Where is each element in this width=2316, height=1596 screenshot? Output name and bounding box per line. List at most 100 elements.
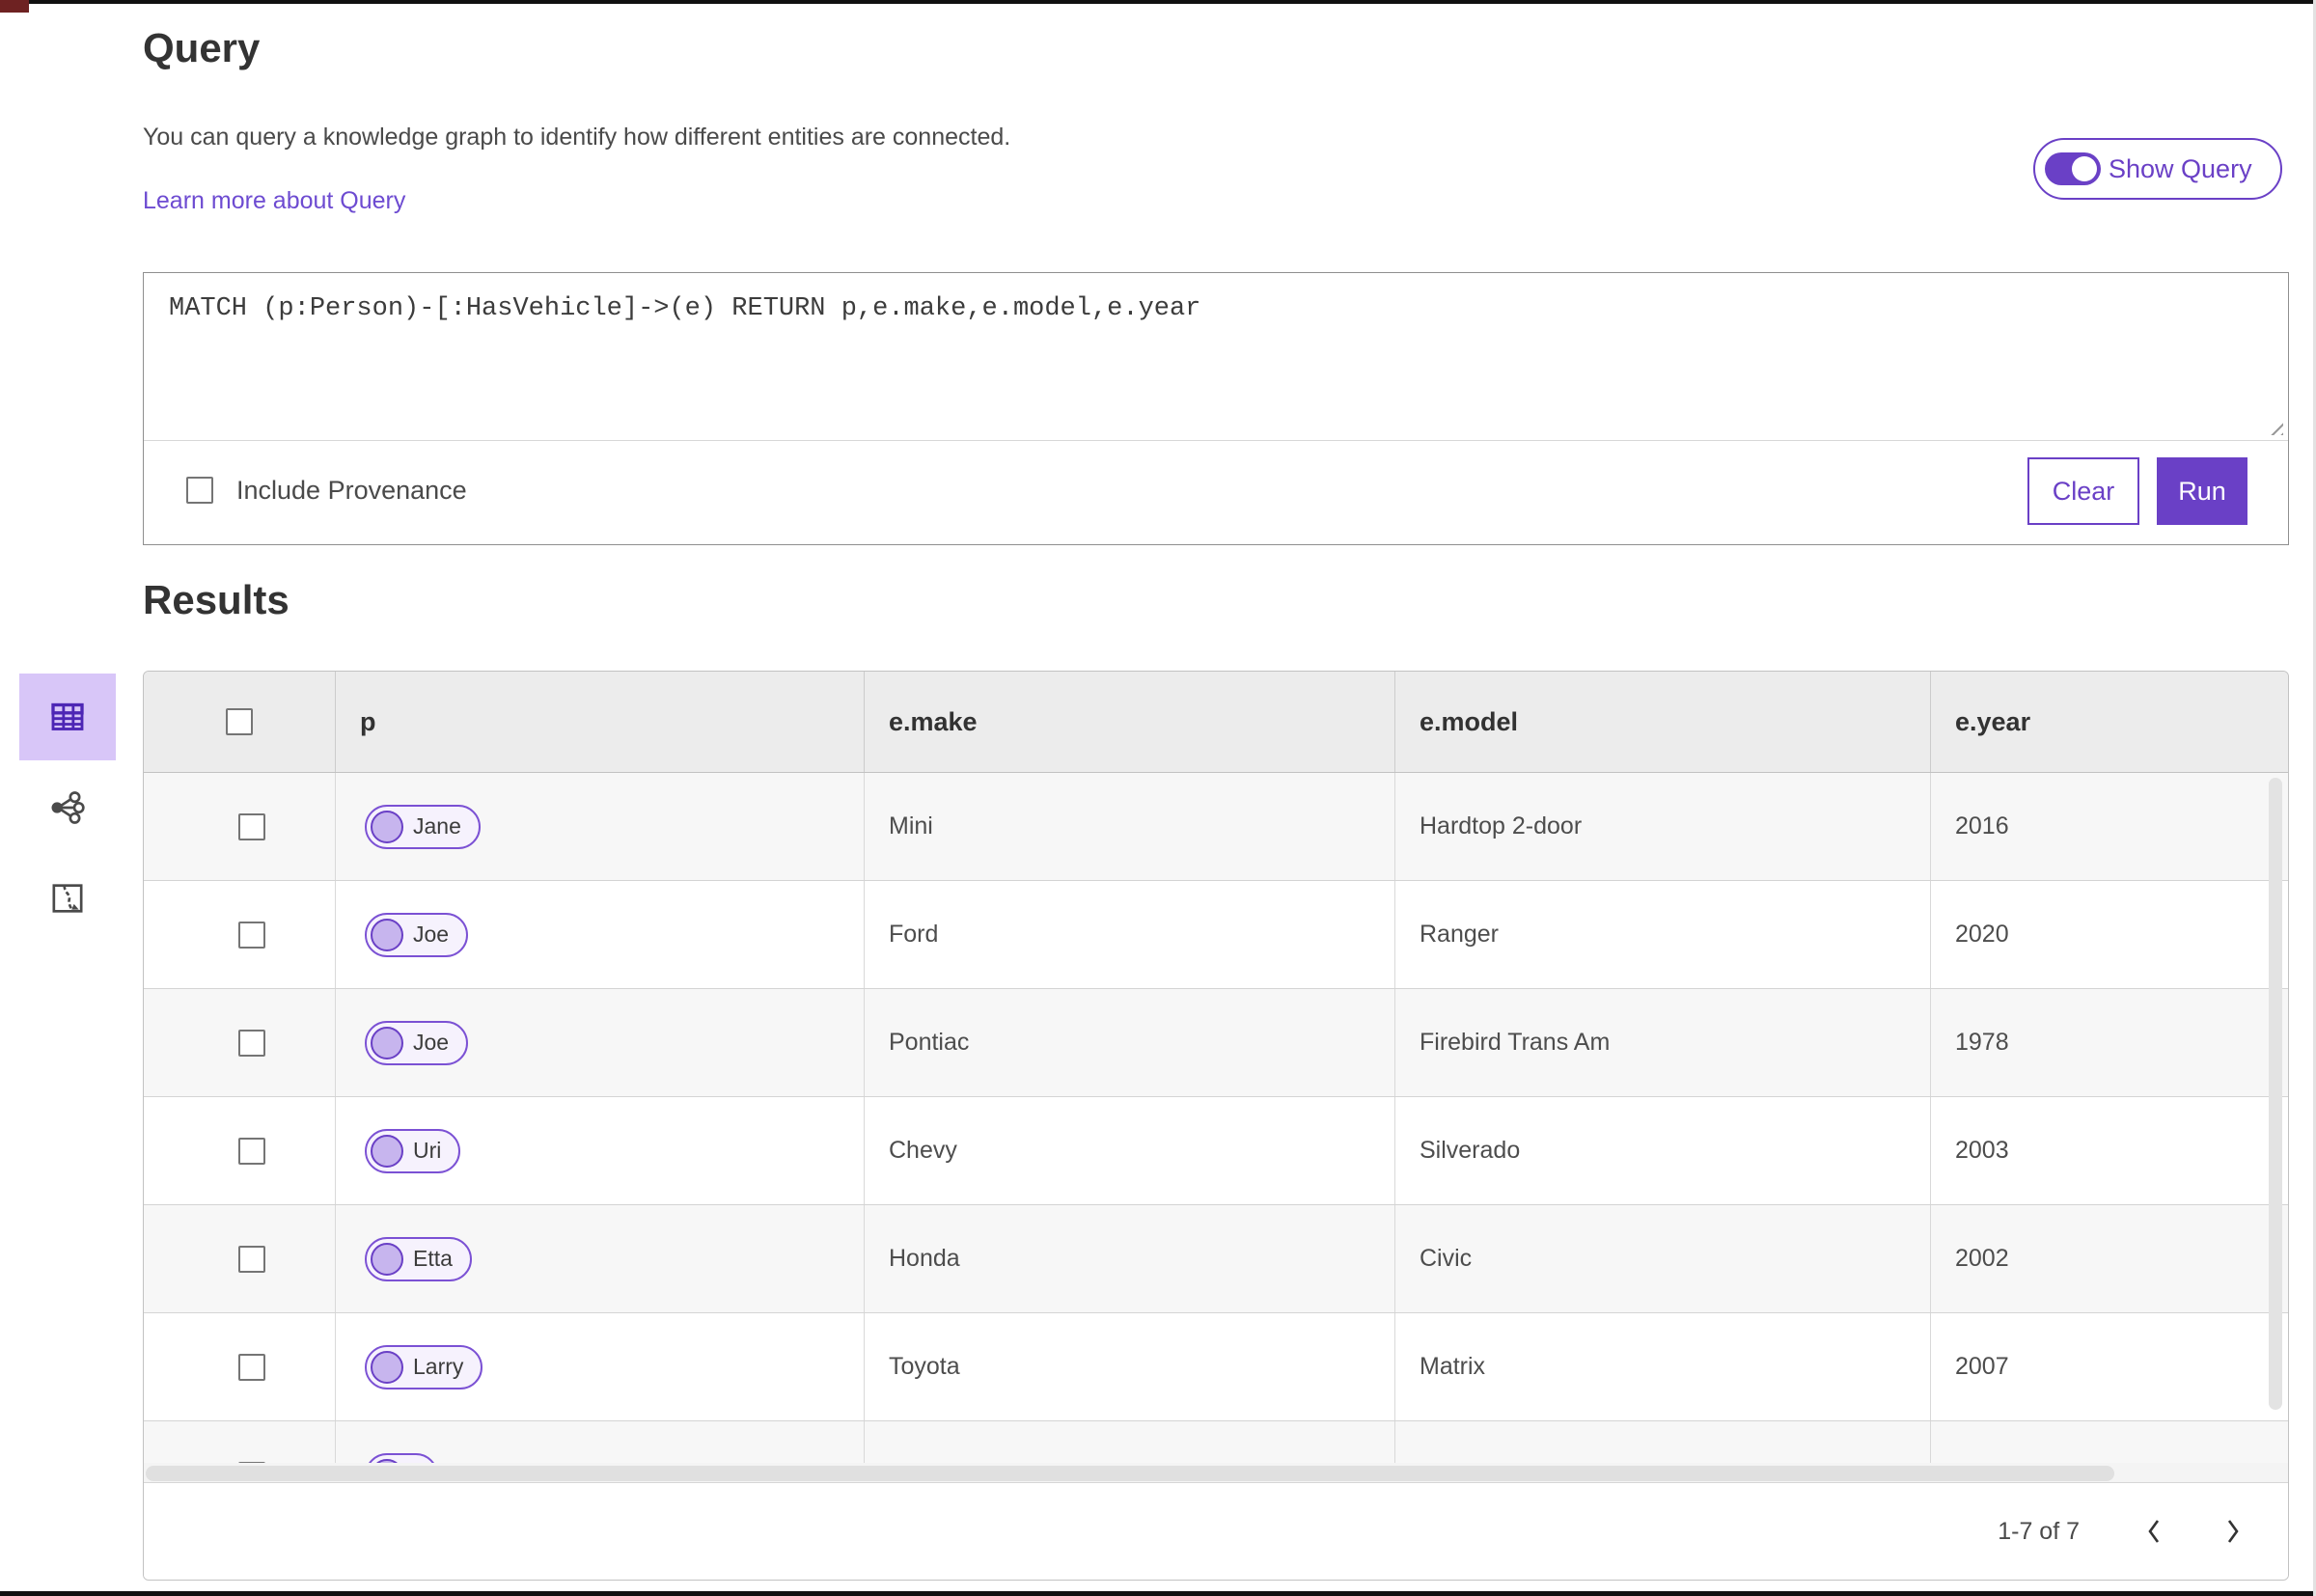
table-body: Jane Mini Hardtop 2-door 2016 Joe Ford R… [144,773,2288,1529]
link-chart-view-button[interactable] [19,764,116,851]
entity-chip[interactable]: Larry [365,1344,483,1390]
entity-chip-label: Uri [413,1138,442,1163]
learn-more-link[interactable]: Learn more about Query [143,187,405,215]
cell-p: Uri [336,1097,865,1204]
column-header-make: e.make [865,672,1395,772]
entity-chip-label: Etta [413,1246,453,1271]
row-select-cell [144,1205,336,1312]
toggle-switch-icon[interactable] [2045,152,2101,185]
cell-model: Civic [1395,1205,1931,1312]
row-checkbox[interactable] [237,1137,265,1165]
cell-p: Etta [336,1205,865,1312]
entity-node-icon [371,918,403,951]
map-view-icon [52,884,83,913]
query-editor-box: MATCH (p:Person)-[:HasVehicle]->(e) RETU… [143,272,2289,545]
cell-year: 1978 [1955,1029,2009,1056]
entity-node-icon [371,1350,403,1384]
entity-chip[interactable]: Joe [365,912,469,957]
entity-node-icon [371,810,403,843]
entity-chip[interactable]: Etta [365,1236,472,1281]
cell-make: Mini [865,773,1395,880]
column-header-year: e.year [1955,706,2031,736]
table-row: Larry Toyota Matrix 2007 [144,1313,2288,1421]
show-query-toggle[interactable]: Show Query [2033,138,2282,200]
table-row: Etta Honda Civic 2002 [144,1205,2288,1313]
top-left-corner-chip [0,0,29,13]
entity-node-icon [371,1242,403,1276]
link-chart-view-icon [51,791,85,824]
cell-make: Pontiac [865,989,1395,1096]
entity-chip-label: Larry [413,1354,464,1379]
entity-chip[interactable]: Jane [365,804,481,849]
toggle-knob [2072,156,2097,181]
vertical-scrollbar-thumb[interactable] [2269,778,2282,1410]
table-header-row: p e.make e.model e.year [144,672,2288,773]
cell-model: Ranger [1395,881,1931,988]
cell-year: 2020 [1955,921,2009,948]
pagination-bar: 1-7 of 7 [144,1482,2288,1580]
cell-model: Silverado [1395,1097,1931,1204]
select-all-checkbox[interactable] [226,708,253,735]
horizontal-scrollbar-thumb[interactable] [146,1466,2114,1481]
cell-model: Firebird Trans Am [1395,989,1931,1096]
include-provenance-checkbox[interactable] [186,477,213,504]
run-button[interactable]: Run [2157,457,2247,525]
bottom-edge-bar [0,1591,2316,1596]
entity-node-icon [371,1026,403,1059]
entity-chip[interactable]: Joe [365,1020,469,1065]
cell-p: Jane [336,773,865,880]
top-edge-bar [0,0,2316,4]
divider [144,440,2288,441]
chevron-right-icon [2227,1520,2239,1543]
entity-chip-label: Joe [413,1030,450,1055]
page-description: You can query a knowledge graph to ident… [143,124,1011,151]
next-page-button[interactable] [2217,1512,2249,1551]
cell-model: Hardtop 2-door [1395,773,1931,880]
table-row: Uri Chevy Silverado 2003 [144,1097,2288,1205]
row-checkbox[interactable] [237,921,265,949]
row-checkbox[interactable] [237,812,265,840]
cell-make: Chevy [865,1097,1395,1204]
row-select-cell [144,989,336,1096]
column-header-p: p [336,672,865,772]
cell-make: Honda [865,1205,1395,1312]
cell-model: Matrix [1395,1313,1931,1420]
table-row: Joe Pontiac Firebird Trans Am 1978 [144,989,2288,1097]
clear-button[interactable]: Clear [2027,457,2139,525]
cell-p: Joe [336,989,865,1096]
cell-year: 2002 [1955,1245,2009,1272]
query-textarea[interactable]: MATCH (p:Person)-[:HasVehicle]->(e) RETU… [144,273,2288,440]
row-select-cell [144,881,336,988]
row-select-cell [144,1097,336,1204]
cell-make: Toyota [865,1313,1395,1420]
cell-make: Ford [865,881,1395,988]
column-header-model: e.model [1395,672,1931,772]
previous-page-button[interactable] [2137,1512,2170,1551]
show-query-label: Show Query [2109,153,2252,183]
row-checkbox[interactable] [237,1353,265,1381]
entity-node-icon [371,1134,403,1168]
horizontal-scrollbar-track[interactable] [144,1463,2288,1484]
row-select-cell [144,1313,336,1420]
pagination-range-label: 1-7 of 7 [1998,1517,2080,1545]
entity-chip-label: Joe [413,922,450,947]
row-checkbox[interactable] [237,1029,265,1057]
cell-year: 2016 [1955,812,2009,839]
row-select-cell [144,773,336,880]
row-checkbox[interactable] [237,1245,265,1273]
cell-p: Joe [336,881,865,988]
table-view-button[interactable] [19,674,116,760]
select-all-cell [144,672,336,772]
results-panel: p e.make e.model e.year Jane Mini Hardto… [143,671,2289,1581]
table-row: Joe Ford Ranger 2020 [144,881,2288,989]
cell-p: Larry [336,1313,865,1420]
table-row: Jane Mini Hardtop 2-door 2016 [144,773,2288,881]
entity-chip[interactable]: Uri [365,1128,461,1173]
cell-year: 2007 [1955,1353,2009,1380]
results-title: Results [143,577,290,622]
table-view-icon [51,702,84,730]
include-provenance-label: Include Provenance [236,476,467,505]
map-view-button[interactable] [19,855,116,942]
chevron-left-icon [2148,1520,2160,1543]
entity-chip-label: Jane [413,813,461,839]
